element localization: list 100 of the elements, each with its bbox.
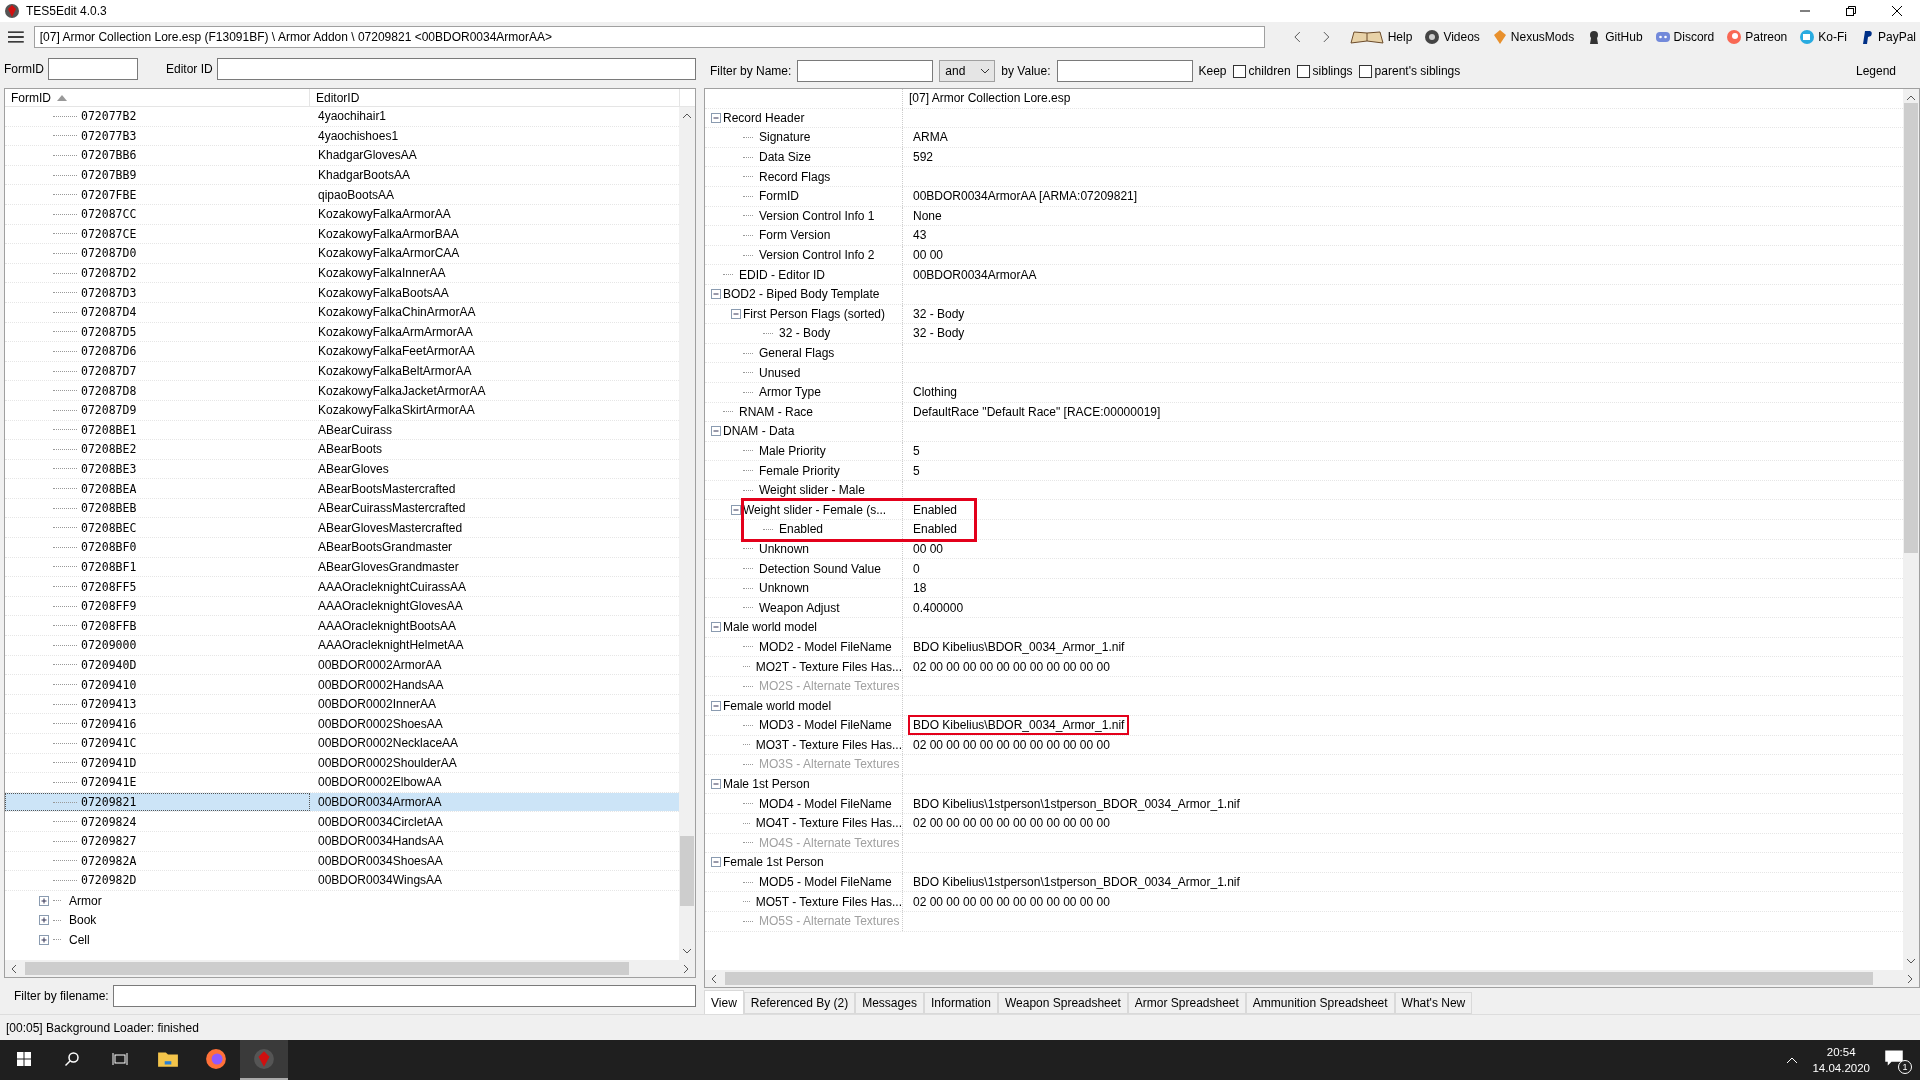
editor-id-cell[interactable]: ABearCuirass bbox=[318, 422, 393, 437]
editor-id-cell[interactable]: 00BDOR0034HandsAA bbox=[318, 834, 444, 849]
tab[interactable]: Ammunition Spreadsheet bbox=[1245, 992, 1395, 1014]
formid-cell[interactable]: 0720941E bbox=[81, 775, 137, 790]
toolbar-link[interactable]: PayPal bbox=[1858, 29, 1916, 45]
editor-id-cell[interactable]: 00BDOR0034WingsAA bbox=[318, 873, 443, 888]
editor-id-cell[interactable]: 00BDOR0002ShoulderAA bbox=[318, 755, 457, 770]
formid-cell[interactable]: 07207BB9 bbox=[81, 168, 137, 183]
collapse-icon[interactable] bbox=[711, 289, 721, 300]
editor-id-field[interactable] bbox=[216, 58, 696, 80]
formid-field[interactable] bbox=[48, 58, 138, 80]
scroll-left-icon[interactable] bbox=[709, 973, 719, 984]
editor-id-cell[interactable]: KozakowyFalkaBootsAA bbox=[318, 285, 449, 300]
formid-cell[interactable]: 072087D3 bbox=[81, 285, 137, 300]
collapse-icon[interactable] bbox=[731, 504, 741, 515]
formid-cell[interactable]: 072087D0 bbox=[81, 246, 137, 261]
editor-id-cell[interactable]: 00BDOR0034ShoesAA bbox=[318, 853, 443, 868]
formid-cell[interactable]: 07208BE1 bbox=[81, 422, 137, 437]
editor-id-cell[interactable]: ABearGloves bbox=[318, 462, 389, 476]
group-label[interactable]: Book bbox=[69, 913, 97, 928]
formid-cell[interactable]: 07209416 bbox=[81, 716, 137, 731]
editor-id-cell[interactable]: ABearGlovesMastercrafted bbox=[318, 520, 463, 535]
toolbar-link[interactable]: Ko-Fi bbox=[1799, 29, 1847, 45]
editor-id-cell[interactable]: KozakowyFalkaArmorAA bbox=[318, 207, 451, 222]
collapse-icon[interactable] bbox=[711, 779, 721, 790]
editor-id-cell[interactable]: AAAOracleknightBootsAA bbox=[318, 618, 457, 633]
editor-id-cell[interactable]: 00BDOR0002ArmorAA bbox=[318, 657, 442, 672]
notification-icon[interactable] bbox=[1884, 1048, 1904, 1068]
toolbar-link[interactable]: NexusMods bbox=[1491, 29, 1575, 45]
editor-id-cell[interactable]: KozakowyFalkaChinArmorAA bbox=[318, 305, 476, 320]
scroll-thumb[interactable] bbox=[680, 836, 694, 906]
formid-cell[interactable]: 072087D5 bbox=[81, 324, 137, 339]
editor-id-cell[interactable]: KozakowyFalkaInnerAA bbox=[318, 266, 446, 281]
scroll-thumb[interactable] bbox=[25, 962, 629, 975]
formid-cell[interactable]: 07208FF5 bbox=[81, 579, 137, 594]
editor-id-cell[interactable]: ABearCuirassMastercrafted bbox=[318, 501, 466, 516]
formid-cell[interactable]: 072087D8 bbox=[81, 383, 137, 398]
formid-cell[interactable]: 072087D4 bbox=[81, 305, 137, 320]
collapse-icon[interactable] bbox=[711, 857, 721, 868]
formid-cell[interactable]: 072087D2 bbox=[81, 266, 137, 281]
formid-cell[interactable]: 07208BE3 bbox=[81, 462, 137, 476]
column-header[interactable]: EditorID bbox=[310, 89, 680, 106]
scroll-down-icon[interactable] bbox=[1906, 956, 1916, 966]
editor-id-cell[interactable]: 00BDOR0002NecklaceAA bbox=[318, 736, 459, 751]
expand-icon[interactable] bbox=[39, 895, 49, 906]
formid-cell[interactable]: 07209000 bbox=[81, 638, 137, 653]
formid-cell[interactable]: 0720982A bbox=[81, 853, 137, 868]
scrollbar[interactable] bbox=[705, 970, 1919, 987]
formid-cell[interactable]: 072087D9 bbox=[81, 403, 137, 418]
formid-cell[interactable]: 0720940D bbox=[81, 657, 137, 672]
expand-icon[interactable] bbox=[39, 934, 49, 945]
tab[interactable]: Referenced By (2) bbox=[743, 992, 856, 1014]
filename-filter-field[interactable] bbox=[112, 985, 696, 1007]
toolbar-link[interactable]: GitHub bbox=[1586, 29, 1643, 45]
tab[interactable]: Armor Spreadsheet bbox=[1127, 992, 1246, 1014]
keep-option[interactable]: parent's siblings bbox=[1358, 64, 1461, 78]
column-header[interactable]: FormID bbox=[5, 89, 310, 106]
formid-cell[interactable]: 07209824 bbox=[81, 814, 137, 829]
keep-option[interactable]: siblings bbox=[1296, 64, 1353, 78]
group-label[interactable]: Armor bbox=[69, 893, 102, 908]
editor-id-cell[interactable]: KozakowyFalkaSkirtArmorAA bbox=[318, 403, 475, 418]
collapse-icon[interactable] bbox=[711, 112, 721, 123]
formid-cell[interactable]: 072087D7 bbox=[81, 364, 137, 378]
editor-id-cell[interactable]: AAAOracleknightHelmetAA bbox=[318, 638, 464, 653]
formid-cell[interactable]: 07208BF1 bbox=[81, 559, 137, 574]
scroll-left-icon[interactable] bbox=[9, 963, 19, 974]
formid-cell[interactable]: 072087CC bbox=[81, 207, 137, 222]
scroll-up-icon[interactable] bbox=[682, 111, 692, 121]
editor-id-cell[interactable]: ABearBootsMastercrafted bbox=[318, 481, 456, 496]
formid-cell[interactable]: 07208BEB bbox=[81, 501, 137, 516]
formid-cell[interactable]: 072077B2 bbox=[81, 109, 137, 124]
scroll-right-icon[interactable] bbox=[681, 963, 691, 974]
editor-id-cell[interactable]: ABearBoots bbox=[318, 442, 383, 457]
formid-cell[interactable]: 07208FFB bbox=[81, 618, 137, 633]
editor-id-cell[interactable]: AAAOracleknightGlovesAA bbox=[318, 599, 463, 614]
scrollbar[interactable] bbox=[679, 107, 695, 960]
value-filter-field[interactable] bbox=[1056, 60, 1193, 82]
scroll-down-icon[interactable] bbox=[682, 946, 692, 956]
formid-cell[interactable]: 07209410 bbox=[81, 677, 137, 692]
editor-id-cell[interactable]: KozakowyFalkaArmArmorAA bbox=[318, 324, 473, 339]
tab[interactable]: Messages bbox=[855, 992, 924, 1014]
scroll-thumb[interactable] bbox=[1904, 103, 1918, 553]
scrollbar[interactable] bbox=[1903, 89, 1919, 970]
formid-cell[interactable]: 07209413 bbox=[81, 697, 137, 712]
editor-id-cell[interactable]: KhadgarGlovesAA bbox=[318, 148, 417, 163]
formid-cell[interactable]: 07208FF9 bbox=[81, 599, 137, 614]
tab[interactable]: Weapon Spreadsheet bbox=[997, 992, 1128, 1014]
formid-cell[interactable]: 07209827 bbox=[81, 834, 137, 849]
scroll-thumb[interactable] bbox=[725, 972, 1873, 985]
editor-id-cell[interactable]: KozakowyFalkaJacketArmorAA bbox=[318, 383, 486, 398]
keep-option[interactable]: children bbox=[1232, 64, 1291, 78]
scroll-up-icon[interactable] bbox=[1906, 93, 1916, 103]
formid-cell[interactable]: 07208BEC bbox=[81, 520, 137, 535]
menu-icon[interactable] bbox=[8, 31, 24, 43]
formid-cell[interactable]: 07208BE2 bbox=[81, 442, 137, 457]
formid-cell[interactable]: 0720941D bbox=[81, 755, 137, 770]
editor-id-cell[interactable]: AAAOracleknightCuirassAA bbox=[318, 579, 467, 594]
chevron-up-icon[interactable] bbox=[1786, 1056, 1799, 1064]
editor-id-cell[interactable]: 00BDOR0002ShoesAA bbox=[318, 716, 443, 731]
scrollbar[interactable] bbox=[5, 960, 695, 977]
